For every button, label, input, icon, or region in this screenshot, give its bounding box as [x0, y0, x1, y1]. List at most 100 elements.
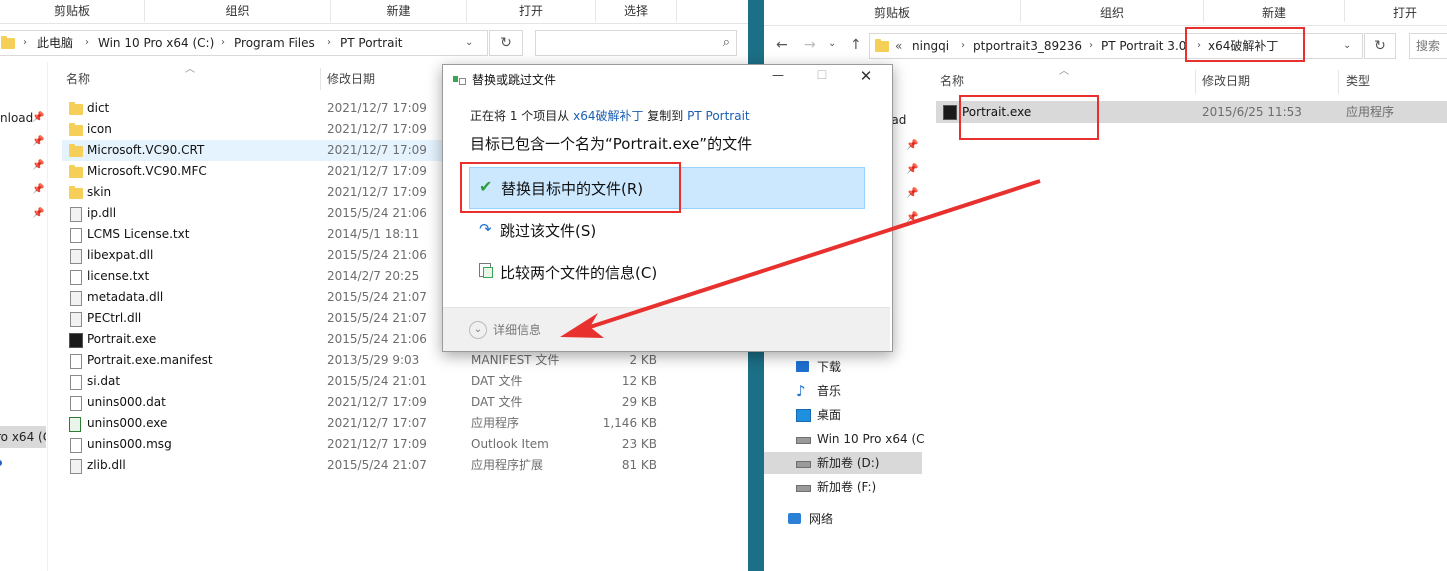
maximize-button[interactable]: ☐ [807, 68, 837, 90]
left-nav-drive-c[interactable]: ro x64 (C [0, 426, 46, 448]
right-refresh-button[interactable]: ↻ [1364, 33, 1396, 59]
highlight-box-patch-folder [1185, 27, 1305, 62]
right-ribbon-clipboard[interactable]: 剪贴板 [764, 0, 1021, 22]
left-header-date[interactable]: 修改日期 [327, 68, 375, 90]
back-button[interactable]: ← [776, 37, 788, 53]
file-name: Microsoft.VC90.CRT [87, 143, 205, 157]
minimize-button[interactable]: — [763, 68, 793, 90]
file-name: license.txt [87, 269, 150, 283]
left-nav-pane: nload 📌 📌 📌 📌 📌 ro x64 (C [0, 62, 48, 571]
file-name: metadata.dll [87, 290, 164, 304]
file-name: Portrait.exe.manifest [87, 353, 213, 367]
sort-up-icon: ︿ [1059, 66, 1069, 77]
breadcrumb-ningqi[interactable]: ningqi [912, 34, 949, 58]
file-size: 81 KB [621, 458, 657, 472]
dialog-copy-info: 正在将 1 个项目从 x64破解补丁 复制到 PT Portrait [470, 107, 750, 124]
right-ribbon-organize[interactable]: 组织 [1021, 0, 1204, 22]
file-size: 1,146 KB [602, 416, 657, 430]
right-nav-list: 下载 ♪ 音乐 桌面 Win 10 Pro x64 (C 新加卷 (D:) 新加卷 (F:)… [764, 356, 925, 556]
copy-info-prefix: 正在将 1 个项目从 [470, 109, 570, 123]
left-header-name[interactable]: 名称 [66, 68, 90, 90]
right-header-date[interactable]: 修改日期 [1202, 70, 1250, 92]
right-ribbon-new[interactable]: 新建 [1204, 0, 1345, 22]
compare-option[interactable]: 比较两个文件的信息(C) [469, 253, 863, 291]
breadcrumb-program-files[interactable]: Program Files [234, 31, 315, 55]
file-name: Portrait.exe [87, 332, 157, 346]
file-date: 2015/5/24 21:06 [327, 206, 427, 220]
left-ribbon-new[interactable]: 新建 [331, 0, 467, 22]
left-file-row[interactable]: unins000.dat 2021/12/7 17:09 DAT 文件 29 KB [62, 392, 748, 413]
chevron-right-icon: › [961, 40, 965, 51]
file-date: 2021/12/7 17:09 [327, 185, 427, 199]
right-nav-item[interactable]: 桌面 [764, 404, 922, 426]
file-icon [70, 396, 82, 411]
left-ribbon-open[interactable]: 打开 [467, 0, 596, 22]
right-nav-item[interactable]: 新加卷 (F:) [764, 476, 922, 498]
right-file-type: 应用程序 [1346, 105, 1395, 119]
breadcrumb-pt-portrait[interactable]: PT Portrait [340, 31, 403, 55]
recent-dropdown-button[interactable]: ⌄ [828, 38, 836, 49]
skip-arrow-icon: ↷ [479, 220, 492, 238]
left-ribbon-clipboard[interactable]: 剪贴板 [0, 0, 145, 22]
left-ribbon-select[interactable]: 选择 [596, 0, 677, 22]
chevron-right-icon: › [221, 37, 225, 48]
left-search-input[interactable]: ⌕ [535, 30, 737, 56]
copy-source-link[interactable]: x64破解补丁 [573, 109, 643, 123]
dll-icon [70, 459, 82, 474]
file-date: 2015/5/24 21:07 [327, 458, 427, 472]
file-type: MANIFEST 文件 [471, 353, 560, 367]
file-name: ip.dll [87, 206, 117, 220]
file-date: 2021/12/7 17:09 [327, 437, 427, 451]
left-file-row[interactable]: zlib.dll 2015/5/24 21:07 应用程序扩展 81 KB [62, 455, 748, 476]
download-icon [796, 361, 809, 372]
copy-info-mid: 复制到 [647, 109, 684, 123]
chevron-down-icon: ⌄ [469, 321, 487, 339]
right-header-type[interactable]: 类型 [1346, 70, 1370, 92]
pin-icon: 📌 [32, 112, 45, 123]
right-header-name[interactable]: 名称 [940, 70, 964, 92]
chevron-right-icon: › [1089, 40, 1093, 51]
up-button[interactable]: ↑ [850, 37, 862, 53]
folder-icon [1, 36, 15, 49]
left-refresh-button[interactable]: ↻ [489, 30, 523, 56]
right-search-input[interactable]: 搜索 [1409, 33, 1447, 59]
copy-destination-link[interactable]: PT Portrait [687, 109, 750, 123]
pin-icon: 📌 [906, 188, 919, 199]
file-size: 23 KB [621, 437, 657, 451]
drive-icon [796, 485, 811, 492]
left-file-row[interactable]: unins000.exe 2021/12/7 17:07 应用程序 1,146 KB [62, 413, 748, 434]
breadcrumb-ptportrait3[interactable]: ptportrait3_89236 [973, 34, 1082, 58]
right-ribbon-open[interactable]: 打开 [1345, 0, 1447, 22]
sort-up-icon: ︿ [185, 64, 195, 75]
breadcrumb-pt-portrait-3[interactable]: PT Portrait 3.0 [1101, 34, 1186, 58]
right-nav-item[interactable]: ♪ 音乐 [764, 380, 922, 402]
breadcrumb-drive-c[interactable]: Win 10 Pro x64 (C:) [98, 31, 214, 55]
file-name: dict [87, 101, 110, 115]
file-name: icon [87, 122, 112, 136]
right-nav-item[interactable]: 下载 [764, 356, 922, 378]
breadcrumb-this-pc[interactable]: 此电脑 [37, 31, 73, 55]
dll-icon [70, 249, 82, 264]
pin-icon: 📌 [906, 164, 919, 175]
left-address-bar[interactable]: › 此电脑 › Win 10 Pro x64 (C:) › Program Fi… [0, 30, 488, 56]
forward-button[interactable]: → [804, 37, 816, 53]
left-ribbon-organize[interactable]: 组织 [145, 0, 331, 22]
right-nav-item[interactable]: 新加卷 (D:) [764, 452, 922, 474]
left-file-row[interactable]: Portrait.exe.manifest 2013/5/29 9:03 MANIF… [62, 350, 748, 371]
file-name: zlib.dll [87, 458, 126, 472]
file-date: 2014/2/7 20:25 [327, 269, 420, 283]
chevron-down-icon[interactable]: ⌄ [1343, 34, 1351, 58]
highlight-box-replace-option [460, 162, 681, 213]
skip-option[interactable]: ↷ 跳过该文件(S) [469, 211, 863, 249]
overflow-chevron-icon[interactable]: « [895, 34, 902, 58]
column-divider [1195, 70, 1196, 94]
left-file-row[interactable]: unins000.msg 2021/12/7 17:09 Outlook Item 2… [62, 434, 748, 455]
left-file-row[interactable]: si.dat 2015/5/24 21:01 DAT 文件 12 KB [62, 371, 748, 392]
left-nav-download[interactable]: nload [0, 107, 33, 129]
file-icon [70, 438, 82, 453]
close-button[interactable]: ✕ [851, 67, 881, 89]
chevron-down-icon[interactable]: ⌄ [465, 31, 473, 55]
right-nav-item[interactable]: 网络 [764, 508, 922, 530]
right-nav-item[interactable]: Win 10 Pro x64 (C [764, 428, 925, 450]
dialog-footer: ⌄ 详细信息 [443, 307, 890, 351]
